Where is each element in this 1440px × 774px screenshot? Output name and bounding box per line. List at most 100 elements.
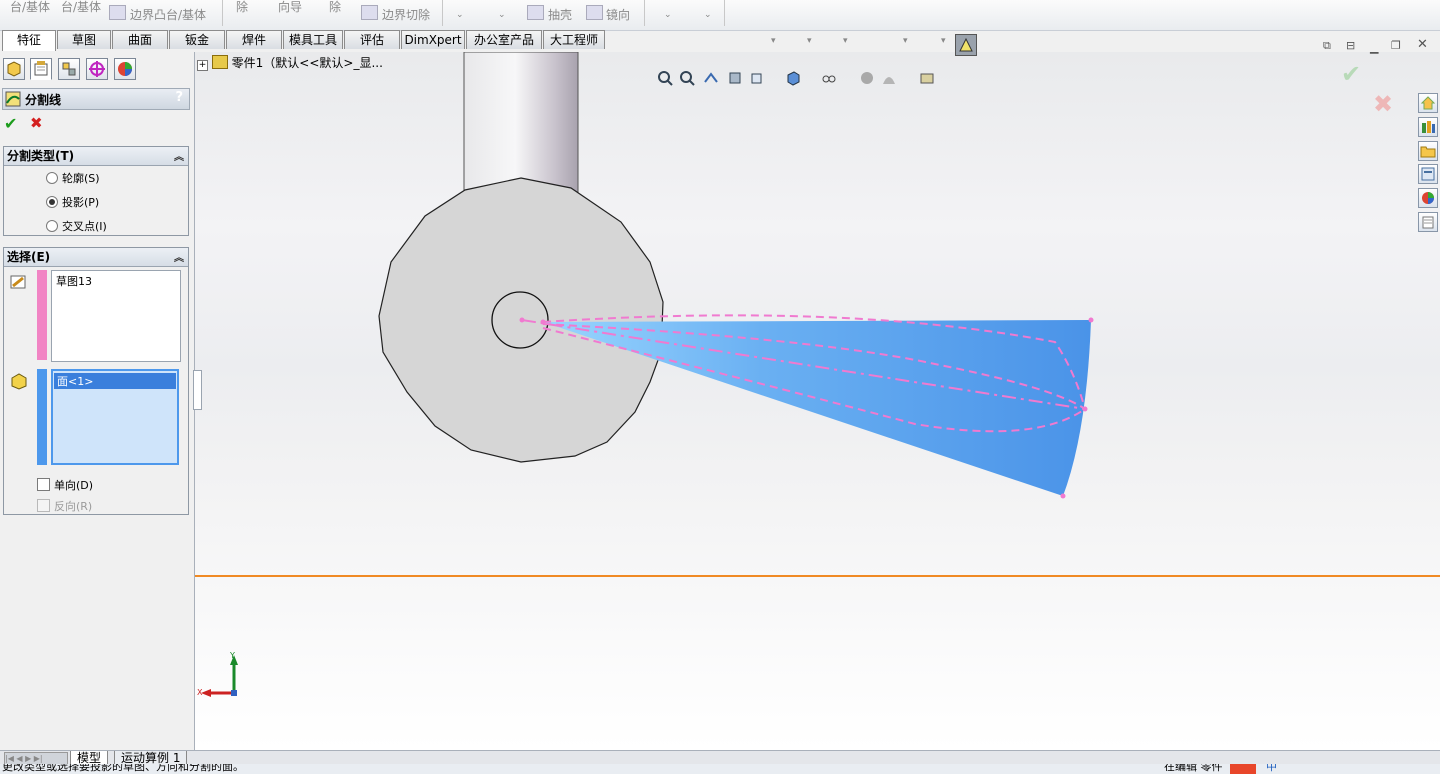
- single-direction-checkbox[interactable]: [37, 478, 50, 491]
- sketch-to-project-list[interactable]: 草图13: [51, 270, 181, 362]
- tab-big-engineer[interactable]: 大工程师: [543, 30, 605, 49]
- split-type-header[interactable]: 分割类型(T) ︽: [4, 147, 188, 166]
- section-view-icon[interactable]: [727, 70, 743, 86]
- ime-logo-icon: [1230, 764, 1256, 774]
- triad-y-label: Y: [230, 651, 235, 660]
- configuration-manager-tab[interactable]: [58, 58, 80, 80]
- ribbon-item-revolved-cut[interactable]: 除: [329, 0, 341, 15]
- confirm-ok-icon[interactable]: ✔: [1341, 60, 1361, 88]
- chevron-down-icon[interactable]: ▾: [941, 36, 946, 46]
- feature-tree-flyout: + 零件1（默认<<默认>_显...: [197, 55, 383, 71]
- hide-show-items-icon[interactable]: [821, 70, 837, 86]
- status-edit-mode: 在编辑 零件: [1164, 764, 1223, 773]
- confirm-cancel-icon[interactable]: ✖: [1373, 90, 1393, 118]
- status-bar: 更改类型或选择要投影的草图、方向和分割的面。 在编辑 零件 中: [0, 764, 1440, 774]
- ribbon-item-revolved-boss[interactable]: 台/基体: [61, 0, 101, 15]
- selections-group: 选择(E) ︽ 草图13 面<1> 单向(D) 反向(R): [3, 247, 189, 515]
- file-explorer-icon[interactable]: [1418, 141, 1438, 161]
- realview-icon[interactable]: [955, 34, 977, 56]
- zoom-to-area-icon[interactable]: [679, 70, 695, 86]
- ribbon-item-cut[interactable]: 除: [236, 0, 248, 15]
- reverse-direction-checkbox: [37, 499, 50, 512]
- ribbon-item-boundary-cut[interactable]: 边界切除: [382, 6, 430, 23]
- part-icon: [211, 55, 228, 69]
- chevron-down-icon[interactable]: ▾: [903, 36, 908, 46]
- appearances-icon[interactable]: [1418, 188, 1438, 208]
- panel-splitter-handle[interactable]: [193, 370, 202, 410]
- chevron-down-icon[interactable]: ⌄: [664, 10, 672, 20]
- chevron-down-icon[interactable]: ▾: [807, 36, 812, 46]
- tab-dimxpert[interactable]: DimXpert: [401, 30, 465, 49]
- view-orientation-icon[interactable]: [749, 70, 765, 86]
- bottom-tab-bar: |◀ ◀ ▶ ▶| 模型 运动算例 1: [0, 750, 1440, 766]
- graphics-area[interactable]: [195, 52, 1440, 750]
- model-viewport: [378, 52, 1094, 499]
- expand-icon[interactable]: +: [197, 60, 208, 71]
- apply-scene-icon[interactable]: [881, 70, 897, 86]
- tab-evaluate[interactable]: 评估: [344, 30, 400, 49]
- minimize-window-icon[interactable]: ▁: [1370, 41, 1378, 54]
- display-style-icon[interactable]: [785, 70, 801, 86]
- tab-mold-tools[interactable]: 模具工具: [283, 30, 343, 49]
- tab-office-products[interactable]: 办公室产品: [466, 30, 542, 49]
- view-settings-icon[interactable]: [919, 70, 935, 86]
- radio-silhouette[interactable]: [46, 172, 58, 184]
- ribbon-separator: [724, 0, 725, 26]
- face-list-item[interactable]: 面<1>: [54, 373, 176, 389]
- ribbon-item-hole-wizard[interactable]: 向导: [278, 0, 302, 15]
- help-icon[interactable]: ?: [175, 90, 183, 105]
- boundary-cut-icon: [361, 5, 378, 20]
- home-icon[interactable]: [1418, 93, 1438, 113]
- chevron-down-icon[interactable]: ▾: [843, 36, 848, 46]
- heads-up-view-toolbar: ▾ ▾ ▾ ▾ ▾: [655, 34, 980, 86]
- radio-intersection-label: 交叉点(I): [62, 220, 107, 233]
- feature-tree-root[interactable]: 零件1（默认<<默认>_显...: [232, 56, 383, 70]
- chevron-down-icon[interactable]: ⌄: [456, 10, 464, 20]
- ribbon-separator: [442, 0, 443, 26]
- custom-properties-icon[interactable]: [1418, 212, 1438, 232]
- dimxpert-manager-tab[interactable]: [86, 58, 108, 80]
- tab-weldments[interactable]: 焊件: [226, 30, 282, 49]
- ime-chinese-icon[interactable]: 中: [1266, 764, 1277, 772]
- split-panes-icon[interactable]: ⊟: [1346, 39, 1355, 52]
- maximize-window-icon[interactable]: ❐: [1391, 39, 1401, 52]
- chevron-down-icon[interactable]: ▾: [771, 36, 776, 46]
- radio-intersection[interactable]: [46, 220, 58, 232]
- mirror-icon: [586, 5, 603, 20]
- ribbon-item-mirror[interactable]: 镜向: [606, 6, 630, 23]
- ribbon-item-boss-base[interactable]: 台/基体: [10, 0, 50, 15]
- radio-projection[interactable]: [46, 196, 58, 208]
- collapse-icon[interactable]: ︽: [174, 250, 184, 268]
- cancel-button[interactable]: ✖: [30, 114, 43, 132]
- close-window-icon[interactable]: ✕: [1417, 37, 1428, 52]
- edit-appearance-icon[interactable]: [859, 70, 875, 86]
- ok-button[interactable]: ✔: [4, 114, 17, 133]
- design-library-icon[interactable]: [1418, 117, 1438, 137]
- previous-view-icon[interactable]: [703, 70, 719, 86]
- collapse-icon[interactable]: ︽: [174, 149, 184, 167]
- selections-title: 选择(E): [7, 250, 51, 264]
- split-type-group: 分割类型(T) ︽ 轮廓(S) 投影(P) 交叉点(I): [3, 146, 189, 236]
- faces-to-split-list[interactable]: 面<1>: [51, 369, 179, 465]
- tab-surfaces[interactable]: 曲面: [112, 30, 168, 49]
- ribbon-item-shell[interactable]: 抽壳: [548, 6, 572, 23]
- restore-panes-icon[interactable]: ⧉: [1323, 39, 1331, 53]
- tab-sketch[interactable]: 草图: [57, 30, 111, 49]
- property-manager-tab[interactable]: [30, 58, 52, 80]
- view-palette-icon[interactable]: [1418, 164, 1438, 184]
- ribbon-item-boundary-boss[interactable]: 边界凸台/基体: [130, 6, 206, 23]
- feature-manager-tab[interactable]: [3, 58, 25, 80]
- chevron-down-icon[interactable]: ⌄: [704, 10, 712, 20]
- sketch-list-color-bar: [37, 270, 47, 360]
- radio-silhouette-label: 轮廓(S): [62, 172, 100, 185]
- display-manager-tab[interactable]: [114, 58, 136, 80]
- face-list-color-bar: [37, 369, 47, 465]
- chevron-down-icon[interactable]: ⌄: [498, 10, 506, 20]
- selections-header[interactable]: 选择(E) ︽: [4, 248, 188, 267]
- tab-features[interactable]: 特征: [2, 30, 56, 51]
- zoom-to-fit-icon[interactable]: [657, 70, 673, 86]
- status-hint: 更改类型或选择要投影的草图、方向和分割的面。: [2, 764, 244, 773]
- sketch-list-item[interactable]: 草图13: [52, 271, 180, 291]
- tab-sheet-metal[interactable]: 钣金: [169, 30, 225, 49]
- reverse-direction-label: 反向(R): [54, 500, 93, 513]
